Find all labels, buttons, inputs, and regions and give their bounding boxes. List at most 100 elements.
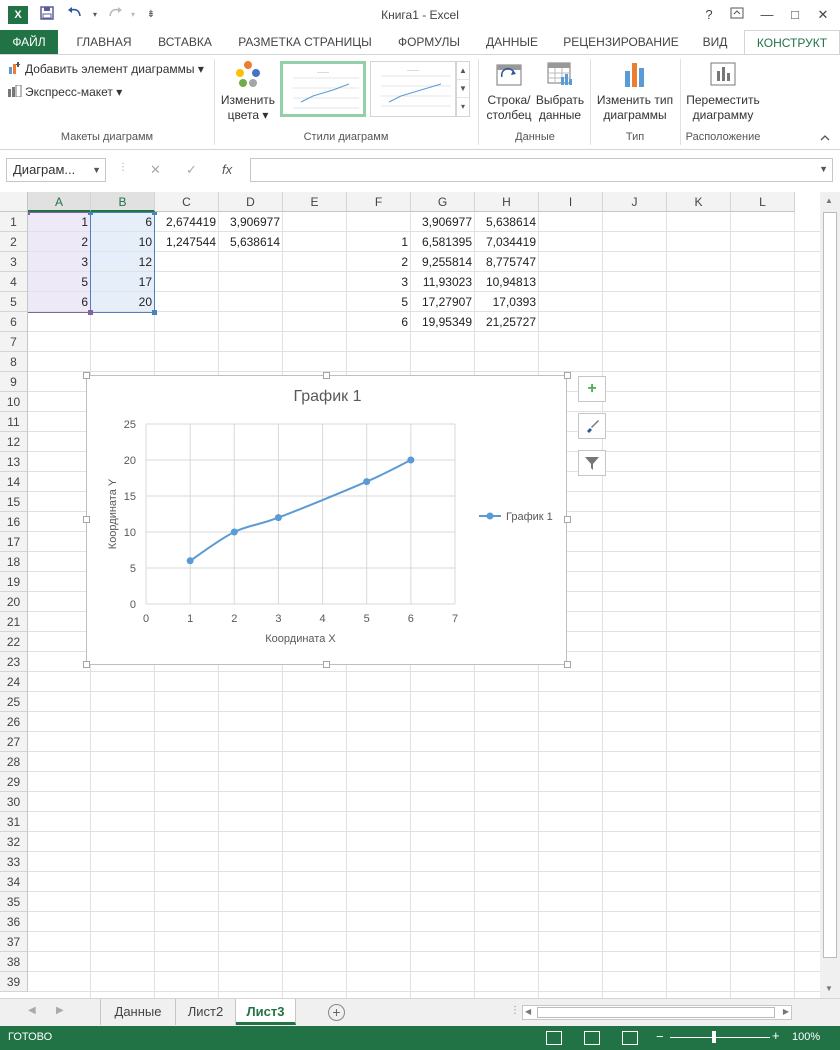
normal-view-icon[interactable] [546,1031,562,1045]
tab-page-layout[interactable]: РАЗМЕТКА СТРАНИЦЫ [228,30,382,54]
confirm-entry-button[interactable]: ✓ [186,162,197,178]
chart-resize-handle[interactable] [323,661,330,668]
row-header[interactable]: 34 [0,872,28,892]
row-header[interactable]: 25 [0,692,28,712]
switch-row-column-button[interactable]: Строка/ столбец [484,59,534,123]
row-header[interactable]: 22 [0,632,28,652]
column-header[interactable]: C [155,192,219,212]
insert-function-button[interactable]: fx [222,162,232,177]
chart-styles-button[interactable] [578,413,606,439]
column-header[interactable]: B [91,192,155,212]
zoom-in-icon[interactable]: + [772,1028,780,1043]
cell[interactable]: 11,93023 [411,272,475,292]
minimize-button[interactable]: — [756,5,778,25]
column-header[interactable]: F [347,192,411,212]
row-header[interactable]: 3 [0,252,28,272]
row-header[interactable]: 6 [0,312,28,332]
close-button[interactable]: ✕ [812,5,834,25]
cell[interactable]: 5 [347,292,411,312]
cell[interactable]: 21,25727 [475,312,539,332]
row-header[interactable]: 37 [0,932,28,952]
vertical-scroll-thumb[interactable] [823,212,837,958]
gallery-more-icon[interactable]: ▾ [457,98,469,116]
data-point[interactable] [186,557,194,565]
row-header[interactable]: 8 [0,352,28,372]
row-header[interactable]: 31 [0,812,28,832]
row-header[interactable]: 9 [0,372,28,392]
zoom-out-icon[interactable]: − [656,1029,664,1044]
cell[interactable]: 17,27907 [411,292,475,312]
column-header[interactable]: E [283,192,347,212]
column-header[interactable]: K [667,192,731,212]
data-point[interactable] [363,478,371,486]
row-header[interactable]: 7 [0,332,28,352]
horizontal-scroll-thumb[interactable] [537,1007,775,1018]
cell[interactable]: 6 [347,312,411,332]
x-axis-title[interactable]: Координата X [265,633,336,645]
row-header[interactable]: 13 [0,452,28,472]
prev-sheet-icon[interactable]: ◀ [28,1005,36,1016]
move-chart-button[interactable]: Переместить диаграмму [684,59,762,123]
cell[interactable]: 6,581395 [411,232,475,252]
add-chart-element-button[interactable]: Добавить элемент диаграммы ▾ [8,59,204,79]
cell[interactable]: 3,906977 [219,212,283,232]
select-all-corner[interactable] [0,192,28,212]
cell[interactable]: 2,674419 [155,212,219,232]
column-header[interactable]: D [219,192,283,212]
quick-layout-button[interactable]: Экспресс-макет ▾ [8,82,122,102]
row-header[interactable]: 10 [0,392,28,412]
zoom-slider-thumb[interactable] [712,1031,716,1043]
row-header[interactable]: 18 [0,552,28,572]
gallery-up-icon[interactable]: ▲ [457,62,469,80]
cell[interactable]: 2 [347,252,411,272]
tab-review[interactable]: РЕЦЕНЗИРОВАНИЕ [556,30,686,54]
tab-home[interactable]: ГЛАВНАЯ [66,30,142,54]
collapse-ribbon-icon[interactable] [820,133,830,145]
sheet-tab-list2[interactable]: Лист2 [176,999,236,1025]
chart-object[interactable]: График 1 0 5 10 15 20 25 0 1 2 3 4 5 6 7 Координата X К… [86,375,567,665]
chart-resize-handle[interactable] [564,661,571,668]
chart-resize-handle[interactable] [323,372,330,379]
series-y-range-border[interactable] [90,212,155,313]
column-header[interactable]: J [603,192,667,212]
change-colors-button[interactable]: Изменить цвета ▾ [218,59,278,123]
formula-input[interactable]: ▼ [250,158,833,182]
column-header[interactable]: L [731,192,795,212]
cell[interactable]: 5,638614 [475,212,539,232]
row-header[interactable]: 4 [0,272,28,292]
row-header[interactable]: 14 [0,472,28,492]
row-header[interactable]: 27 [0,732,28,752]
row-header[interactable]: 16 [0,512,28,532]
column-header[interactable]: A [28,192,91,212]
scroll-right-icon[interactable]: ▶ [783,1007,789,1016]
cell[interactable]: 17,0393 [475,292,539,312]
data-point[interactable] [407,456,415,464]
chart-style-2[interactable]: ——— [370,61,456,117]
row-header[interactable]: 21 [0,612,28,632]
row-header[interactable]: 2 [0,232,28,252]
cell[interactable]: 7,034419 [475,232,539,252]
cell[interactable]: 3,906977 [411,212,475,232]
row-header[interactable]: 30 [0,792,28,812]
row-header[interactable]: 32 [0,832,28,852]
sheet-tab-data[interactable]: Данные [100,999,176,1025]
row-header[interactable]: 28 [0,752,28,772]
page-layout-view-icon[interactable] [584,1031,600,1045]
column-header[interactable]: I [539,192,603,212]
cell[interactable]: 5,638614 [219,232,283,252]
scroll-left-icon[interactable]: ◀ [525,1007,531,1016]
cell[interactable]: 8,775747 [475,252,539,272]
vertical-scrollbar[interactable]: ▲ ▼ [820,192,840,998]
horizontal-scrollbar[interactable]: ◀ ▶ [522,1005,792,1020]
select-data-button[interactable]: Выбрать данные [534,59,586,123]
zoom-slider[interactable] [670,1037,770,1038]
row-header[interactable]: 35 [0,892,28,912]
cell[interactable]: 1,247544 [155,232,219,252]
chart-style-1[interactable]: ——— [280,61,366,117]
row-header[interactable]: 26 [0,712,28,732]
range-handle[interactable] [152,310,157,315]
help-button[interactable]: ? [698,5,720,25]
ribbon-display-options-icon[interactable] [726,5,748,25]
chart-resize-handle[interactable] [83,661,90,668]
row-header[interactable]: 33 [0,852,28,872]
